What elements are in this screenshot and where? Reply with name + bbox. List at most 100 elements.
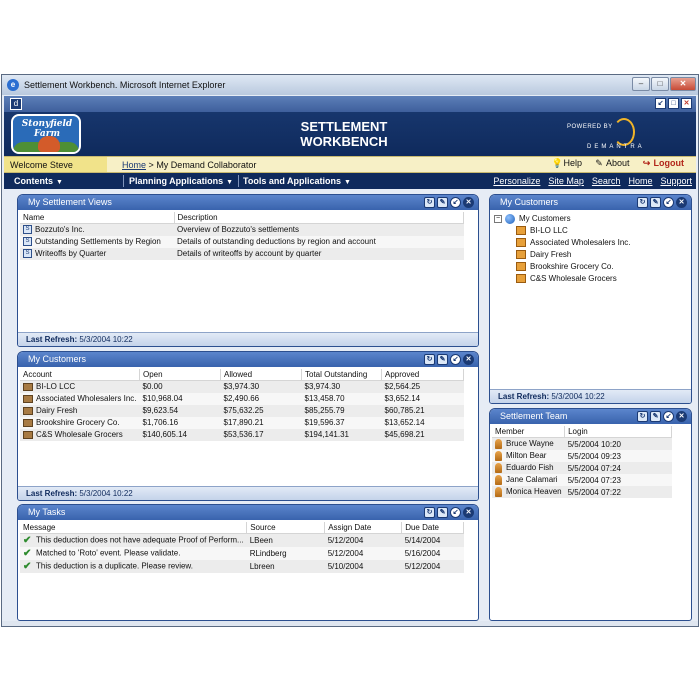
maximize-icon[interactable]: □ (651, 77, 669, 91)
close-icon[interactable]: ✕ (463, 507, 474, 518)
table-row[interactable]: Associated Wholesalers Inc. $10,968.04 $… (20, 392, 464, 405)
header-banner: Stonyfield Farm SETTLEMENT WORKBENCH POW… (4, 112, 696, 156)
demantra-mark-icon (613, 118, 635, 146)
minimize-icon[interactable]: ↙ (663, 197, 674, 208)
link-site-map[interactable]: Site Map (548, 176, 584, 186)
column-header[interactable]: Member (492, 426, 566, 438)
member-login: 5/5/2004 07:24 (567, 463, 621, 473)
portlet-tools: ↻ ✎ ↙ ✕ (422, 197, 474, 208)
last-refresh-value: 5/3/2004 10:22 (551, 392, 605, 401)
table-row[interactable]: Brookshire Grocery Co. $1,706.16 $17,890… (20, 416, 464, 429)
refresh-icon[interactable]: ↻ (637, 197, 648, 208)
member-name: Milton Bear (506, 451, 547, 461)
approved-value: $60,785.21 (384, 406, 425, 415)
column-header[interactable]: Login (564, 426, 672, 438)
minimize-icon[interactable]: – (632, 77, 650, 91)
member-login: 5/5/2004 10:20 (567, 439, 621, 449)
total-outstanding-value: $85,255.79 (304, 406, 345, 415)
link-support[interactable]: Support (660, 176, 692, 186)
tree-item[interactable]: Associated Wholesalers Inc. (494, 237, 631, 249)
column-header[interactable]: Total Outstanding (301, 369, 382, 381)
link-home[interactable]: Home (628, 176, 652, 186)
demantra-brand: DEMANTRA (587, 144, 645, 150)
column-header[interactable]: Description (174, 212, 464, 224)
tree-item[interactable]: C&S Wholesale Grocers (494, 273, 631, 285)
edit-icon[interactable]: ✎ (437, 197, 448, 208)
edit-icon[interactable]: ✎ (437, 507, 448, 518)
close-icon[interactable]: ✕ (670, 77, 696, 91)
tree-root[interactable]: − My Customers (494, 213, 631, 225)
customers-table: Account Open Allowed Total Outstanding A… (20, 369, 464, 441)
edit-icon[interactable]: ✎ (650, 197, 661, 208)
tree-item[interactable]: Brookshire Grocery Co. (494, 261, 631, 273)
table-row[interactable]: Dairy Fresh $9,623.54 $75,632.25 $85,255… (20, 404, 464, 417)
refresh-icon[interactable]: ↻ (424, 507, 435, 518)
account-box-icon (23, 406, 33, 415)
tree-item[interactable]: Dairy Fresh (494, 249, 631, 261)
refresh-icon[interactable]: ↻ (424, 197, 435, 208)
window-title: Settlement Workbench. Microsoft Internet… (24, 80, 226, 90)
close-icon[interactable]: ✕ (463, 197, 474, 208)
table-row[interactable]: ✔ This deduction is a duplicate. Please r… (20, 560, 464, 573)
view-name: Bozzuto's Inc. (35, 225, 85, 235)
edit-icon[interactable]: ✎ (650, 411, 661, 422)
refresh-icon[interactable]: ↻ (424, 354, 435, 365)
column-header[interactable]: Assign Date (324, 522, 403, 534)
minimize-icon[interactable]: ↙ (450, 197, 461, 208)
collapse-icon[interactable]: − (494, 214, 502, 223)
task-message: Matched to 'Roto' event. Please validate… (36, 548, 181, 558)
close-icon[interactable]: ✕ (463, 354, 474, 365)
column-header[interactable]: Source (246, 522, 326, 534)
table-row[interactable]: S Writeoffs by Quarter Details of writeof… (20, 247, 464, 260)
column-header[interactable]: Open (139, 369, 221, 381)
breadcrumb-home-link[interactable]: Home (122, 160, 146, 170)
minimize-icon[interactable]: ↙ (663, 411, 674, 422)
app-toolbar: d ↙ □ ✕ (4, 96, 696, 112)
last-refresh-value: 5/3/2004 10:22 (79, 489, 133, 498)
restore-icon[interactable]: ↙ (655, 98, 666, 109)
table-row[interactable]: C&S Wholesale Grocers $140,605.14 $53,53… (20, 428, 464, 441)
about-link[interactable]: ✎ About (594, 158, 629, 168)
app-close-icon[interactable]: ✕ (681, 98, 692, 109)
table-row[interactable]: Jane Calamari 5/5/2004 07:23 (492, 474, 672, 486)
column-header[interactable]: Message (20, 522, 248, 534)
window-titlebar[interactable]: e Settlement Workbench. Microsoft Intern… (2, 75, 698, 95)
refresh-icon[interactable]: ↻ (637, 411, 648, 422)
close-icon[interactable]: ✕ (676, 411, 687, 422)
table-row[interactable]: S Bozzuto's Inc. Overview of Bozzuto's se… (20, 223, 464, 236)
window-controls: – □ ✕ (631, 77, 696, 91)
view-name: Outstanding Settlements by Region (35, 236, 161, 246)
tree-item[interactable]: BI-LO LLC (494, 225, 631, 237)
last-refresh-label: Last Refresh: (498, 392, 550, 401)
app-maximize-icon[interactable]: □ (668, 98, 679, 109)
task-source: LBeen (249, 536, 273, 545)
help-link[interactable]: 💡 Help (551, 158, 582, 168)
close-icon[interactable]: ✕ (676, 197, 687, 208)
table-row[interactable]: ✔ Matched to 'Roto' event. Please validat… (20, 547, 464, 560)
person-icon (495, 463, 502, 473)
table-row[interactable]: BI-LO LCC $0.00 $3,974.30 $3,974.30 $2,5… (20, 380, 464, 393)
table-row[interactable]: Bruce Wayne 5/5/2004 10:20 (492, 437, 672, 450)
portlet-footer: Last Refresh: 5/3/2004 10:22 (18, 486, 478, 500)
menu-contents[interactable]: Contents ▼ (14, 176, 63, 186)
table-row[interactable]: Eduardo Fish 5/5/2004 07:24 (492, 462, 672, 474)
tree-item-label: C&S Wholesale Grocers (530, 274, 617, 283)
table-row[interactable]: S Outstanding Settlements by Region Detai… (20, 235, 464, 248)
menu-planning-applications[interactable]: Planning Applications ▼ (129, 176, 233, 186)
link-personalize[interactable]: Personalize (493, 176, 540, 186)
column-header[interactable]: Name (20, 212, 175, 224)
table-row[interactable]: ✔ This deduction does not have adequate P… (20, 533, 464, 547)
minimize-icon[interactable]: ↙ (450, 507, 461, 518)
menu-tools-applications[interactable]: Tools and Applications ▼ (243, 176, 351, 186)
table-row[interactable]: Monica Heaven 5/5/2004 07:22 (492, 486, 672, 498)
edit-icon[interactable]: ✎ (437, 354, 448, 365)
column-header[interactable]: Allowed (220, 369, 302, 381)
table-row[interactable]: Milton Bear 5/5/2004 09:23 (492, 450, 672, 462)
column-header[interactable]: Approved (381, 369, 464, 381)
column-header[interactable]: Due Date (401, 522, 464, 534)
total-outstanding-value: $13,458.70 (304, 394, 345, 403)
column-header[interactable]: Account (20, 369, 140, 381)
minimize-icon[interactable]: ↙ (450, 354, 461, 365)
link-search[interactable]: Search (592, 176, 621, 186)
logout-link[interactable]: ↪ Logout (642, 158, 684, 168)
